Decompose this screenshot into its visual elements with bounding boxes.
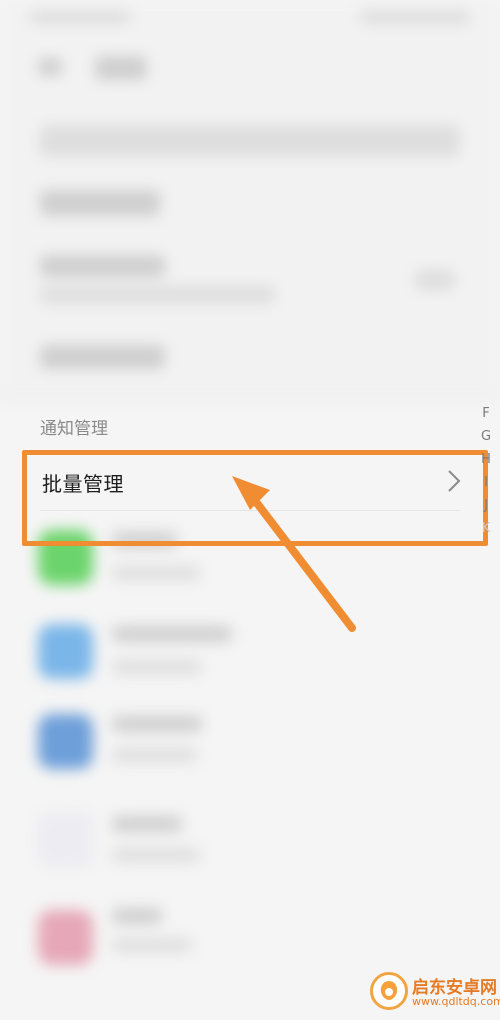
alpha-index-letter[interactable]: K xyxy=(480,517,492,540)
blurred-app-icon xyxy=(38,624,93,679)
blurred-row xyxy=(40,125,460,157)
blurred-app-name xyxy=(112,626,232,642)
blurred-row xyxy=(40,190,160,216)
blurred-app-sub xyxy=(112,566,200,580)
blurred-app-name xyxy=(112,816,182,832)
alpha-index-letter[interactable]: F xyxy=(480,402,492,425)
blurred-app-sub xyxy=(112,938,192,952)
blurred-divider xyxy=(0,395,500,397)
blurred-page-title xyxy=(95,56,147,80)
watermark: 启东安卓网 www.qdltdq.com xyxy=(370,972,500,1012)
blurred-app-sub xyxy=(112,748,197,762)
highlight-box xyxy=(22,450,488,546)
alphabet-index[interactable]: F G H I J K xyxy=(480,402,492,540)
alpha-index-letter[interactable]: H xyxy=(480,448,492,471)
watermark-url: www.qdltdq.com xyxy=(412,995,500,1008)
blurred-app-sub xyxy=(112,848,200,862)
alpha-index-letter[interactable]: J xyxy=(480,494,492,517)
alpha-index-letter[interactable]: I xyxy=(480,471,492,494)
blurred-app-name xyxy=(112,908,162,924)
blurred-row xyxy=(40,345,165,369)
watermark-logo-icon xyxy=(370,972,408,1010)
blurred-status-bar-left xyxy=(30,10,130,24)
blurred-row-sub xyxy=(40,286,275,304)
blurred-app-name xyxy=(112,716,202,732)
blurred-app-icon xyxy=(38,714,93,769)
blurred-back-icon xyxy=(38,58,62,76)
blurred-status-bar-right xyxy=(360,10,470,24)
blurred-app-sub xyxy=(112,660,202,674)
blurred-row xyxy=(40,255,165,277)
blurred-app-icon xyxy=(38,910,93,965)
alpha-index-letter[interactable]: G xyxy=(480,425,492,448)
blurred-toggle xyxy=(415,270,455,290)
notification-management-header: 通知管理 xyxy=(40,419,108,439)
blurred-app-icon xyxy=(38,812,93,867)
